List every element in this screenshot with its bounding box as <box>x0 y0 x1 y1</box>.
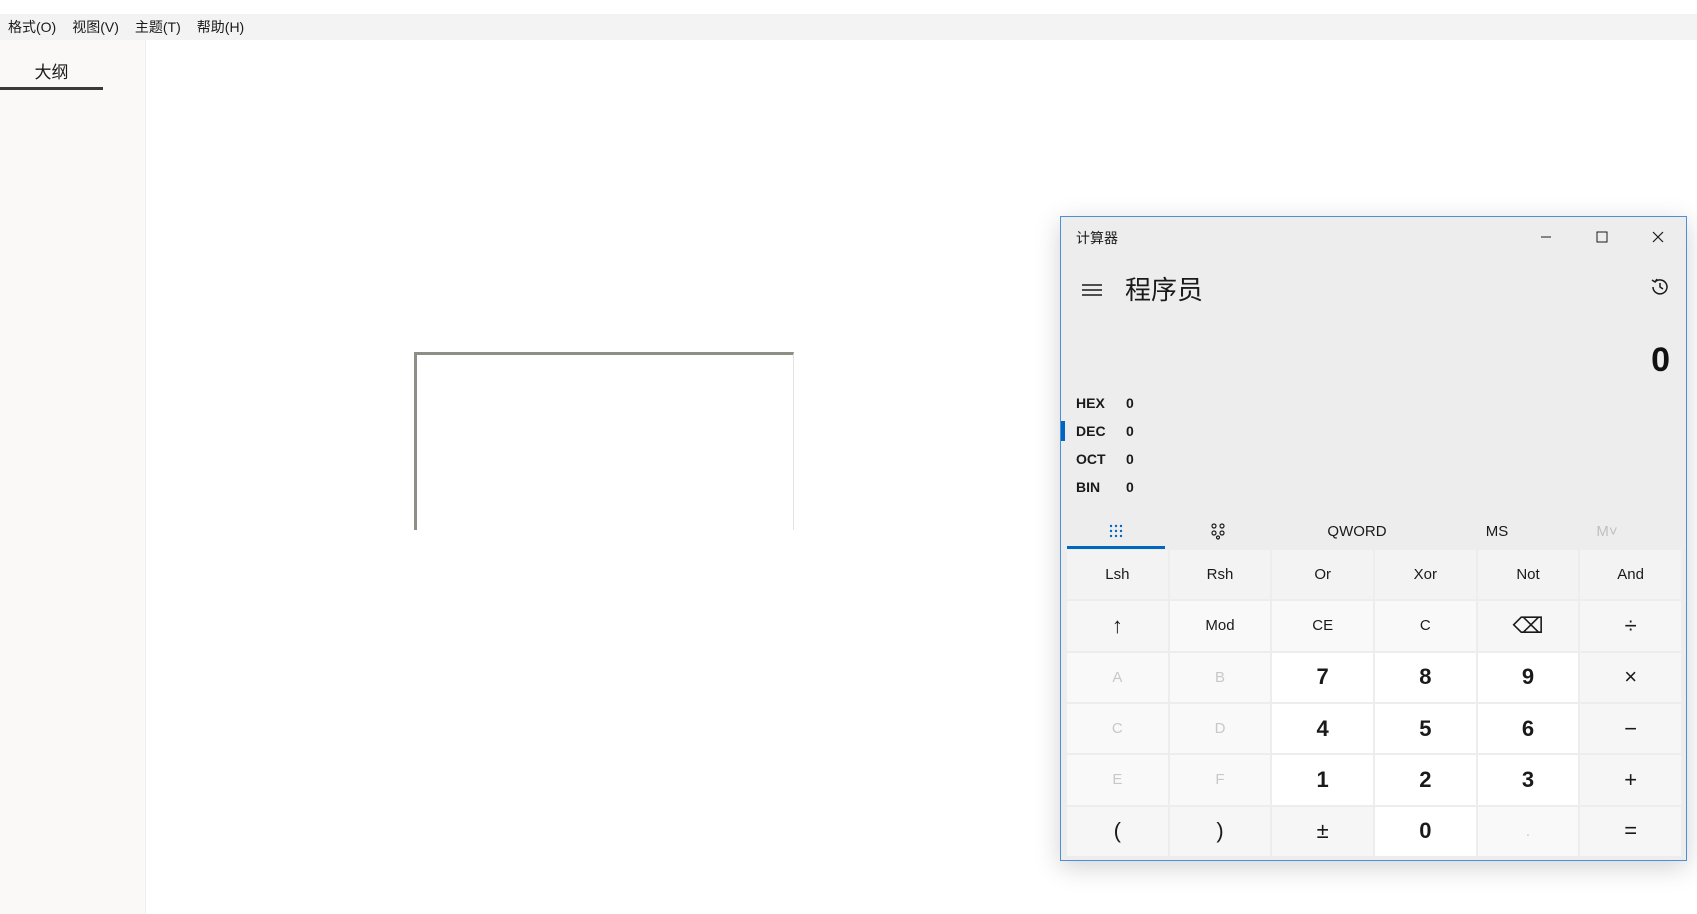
menu-format[interactable]: 格式(O) <box>8 17 56 37</box>
radix-bin[interactable]: BIN 0 <box>1061 473 1361 501</box>
key-add[interactable]: + <box>1580 755 1681 805</box>
key-hex-d[interactable]: D <box>1169 703 1271 754</box>
close-icon <box>1652 231 1664 243</box>
key-hex-b[interactable]: B <box>1169 652 1271 702</box>
radix-label: OCT <box>1076 451 1106 467</box>
result-display: 0 <box>1651 341 1670 379</box>
key-not[interactable]: Not <box>1477 550 1579 600</box>
key-clear-entry[interactable]: CE <box>1272 601 1373 651</box>
tab-full-keypad[interactable] <box>1067 513 1165 549</box>
key-9[interactable]: 9 <box>1477 652 1579 702</box>
radix-active-indicator <box>1061 421 1065 441</box>
close-button[interactable] <box>1630 217 1686 257</box>
radix-dec[interactable]: DEC 0 <box>1061 417 1361 445</box>
key-backspace[interactable]: ⌫ <box>1477 601 1579 651</box>
key-close-paren[interactable]: ) <box>1169 806 1271 856</box>
radix-value: 0 <box>1126 479 1134 495</box>
key-hex-a[interactable]: A <box>1067 652 1168 702</box>
calculator-title: 计算器 <box>1076 230 1118 246</box>
radix-value: 0 <box>1126 395 1134 411</box>
keypad-grid-icon <box>1109 524 1123 538</box>
key-shift-up[interactable]: ↑ <box>1067 601 1168 651</box>
key-1[interactable]: 1 <box>1272 755 1373 805</box>
key-hex-e[interactable]: E <box>1067 755 1168 805</box>
radix-label: HEX <box>1076 395 1105 411</box>
menu-bar: 格式(O) 视图(V) 主题(T) 帮助(H) <box>0 14 1697 40</box>
radix-oct[interactable]: OCT 0 <box>1061 445 1361 473</box>
key-mod[interactable]: Mod <box>1169 601 1271 651</box>
key-lsh[interactable]: Lsh <box>1067 550 1168 600</box>
history-button[interactable] <box>1642 269 1678 305</box>
key-8[interactable]: 8 <box>1374 652 1476 702</box>
key-multiply[interactable]: × <box>1580 652 1681 702</box>
bit-toggle-icon <box>1211 523 1225 540</box>
key-rsh[interactable]: Rsh <box>1169 550 1271 600</box>
key-negate[interactable]: ± <box>1272 806 1373 856</box>
active-tab-underline <box>1067 546 1165 549</box>
key-xor[interactable]: Xor <box>1374 550 1476 600</box>
key-divide[interactable]: ÷ <box>1580 601 1681 651</box>
radix-label: DEC <box>1076 423 1106 439</box>
key-hex-c[interactable]: C <box>1067 703 1168 754</box>
radix-value: 0 <box>1126 451 1134 467</box>
tab-bit-toggling[interactable] <box>1169 513 1267 549</box>
calculator-mode-title: 程序员 <box>1125 275 1204 305</box>
hamburger-icon <box>1082 284 1102 296</box>
menu-view[interactable]: 视图(V) <box>72 17 119 37</box>
key-subtract[interactable]: − <box>1580 703 1681 754</box>
key-0[interactable]: 0 <box>1374 806 1476 856</box>
keypad-mode-tabs: QWORD MS M˅ <box>1067 513 1681 549</box>
radix-value: 0 <box>1126 423 1134 439</box>
maximize-icon <box>1596 231 1608 243</box>
radix-hex[interactable]: HEX 0 <box>1061 389 1361 417</box>
key-or[interactable]: Or <box>1272 550 1373 600</box>
maximize-button[interactable] <box>1574 217 1630 257</box>
key-6[interactable]: 6 <box>1477 703 1579 754</box>
key-open-paren[interactable]: ( <box>1067 806 1168 856</box>
tab-outline-underline <box>0 87 103 90</box>
key-equals[interactable]: = <box>1580 806 1681 856</box>
key-clear[interactable]: C <box>1374 601 1476 651</box>
outline-sidebar: 大纲 <box>0 40 146 914</box>
calculator-titlebar[interactable]: 计算器 <box>1061 217 1686 257</box>
menu-help[interactable]: 帮助(H) <box>197 17 244 37</box>
programmer-keypad: Lsh Rsh Or Xor Not And ↑ Mod CE C ⌫ ÷ A … <box>1067 550 1681 856</box>
key-5[interactable]: 5 <box>1374 703 1476 754</box>
memory-store-button[interactable]: MS <box>1457 513 1537 549</box>
minimize-icon <box>1541 236 1551 238</box>
key-hex-f[interactable]: F <box>1169 755 1271 805</box>
calculator-window: 计算器 程序员 0 HEX 0 DEC 0 OCT 0 BIN 0 QWORD … <box>1060 216 1687 861</box>
key-decimal[interactable]: . <box>1477 806 1579 856</box>
radix-label: BIN <box>1076 479 1101 495</box>
key-and[interactable]: And <box>1580 550 1681 600</box>
history-icon <box>1651 278 1668 295</box>
navigation-menu-button[interactable] <box>1077 275 1107 305</box>
key-4[interactable]: 4 <box>1272 703 1373 754</box>
minimize-button[interactable] <box>1518 217 1574 257</box>
memory-recall-button[interactable]: M˅ <box>1567 513 1647 549</box>
key-2[interactable]: 2 <box>1374 755 1476 805</box>
empty-canvas-box <box>414 352 794 530</box>
menu-theme[interactable]: 主题(T) <box>135 17 181 37</box>
key-7[interactable]: 7 <box>1272 652 1373 702</box>
key-3[interactable]: 3 <box>1477 755 1579 805</box>
window-top-strip <box>0 0 1697 14</box>
calculator-header: 程序员 <box>1061 265 1686 313</box>
word-size-button[interactable]: QWORD <box>1282 513 1432 549</box>
